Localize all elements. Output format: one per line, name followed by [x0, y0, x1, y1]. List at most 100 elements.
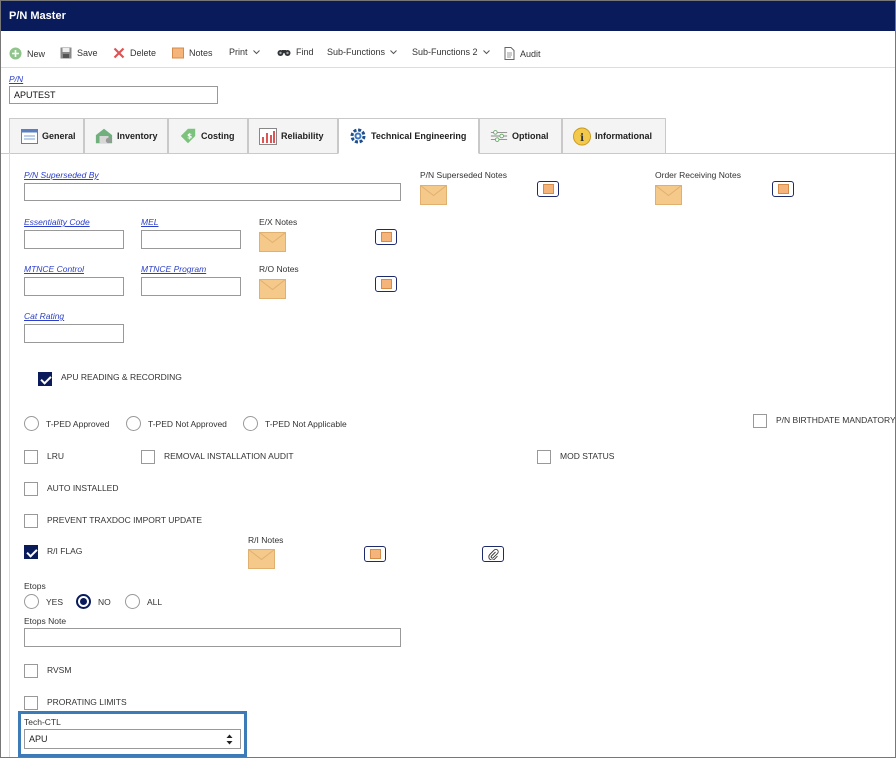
envelope-icon[interactable]	[259, 232, 286, 252]
tped-not-approved-label: T-PED Not Approved	[148, 419, 227, 429]
prevent-traxdoc-label: PREVENT TRAXDOC IMPORT UPDATE	[47, 515, 203, 525]
ro-notes-label: R/O Notes	[259, 264, 299, 274]
lru-checkbox[interactable]	[24, 450, 38, 464]
apu-reading-checkbox[interactable]	[38, 372, 52, 386]
essentiality-code-input[interactable]	[24, 230, 124, 249]
prevent-traxdoc-checkbox[interactable]	[24, 514, 38, 528]
ri-notes-button[interactable]	[364, 546, 386, 562]
tped-approved-radio[interactable]	[24, 416, 39, 431]
rvsm-label: RVSM	[47, 665, 72, 675]
removal-audit-label: REMOVAL INSTALLATION AUDIT	[164, 451, 294, 461]
rvsm-checkbox[interactable]	[24, 664, 38, 678]
pn-master-window: P/N Master New Save Delete Notes Print F…	[0, 0, 896, 758]
print-label: Print	[229, 47, 248, 57]
ex-notes-button[interactable]	[375, 229, 397, 245]
mod-status-checkbox[interactable]	[537, 450, 551, 464]
tped-not-approved-radio[interactable]	[126, 416, 141, 431]
form-icon	[20, 127, 38, 145]
tab-optional[interactable]: Optional	[479, 118, 562, 153]
audit-button[interactable]: Audit	[504, 47, 541, 60]
sub-functions-menu[interactable]: Sub-Functions	[327, 47, 397, 57]
sub-functions-2-menu[interactable]: Sub-Functions 2	[412, 47, 490, 57]
mtnce-control-input[interactable]	[24, 277, 124, 296]
save-button[interactable]: Save	[60, 47, 98, 59]
find-button[interactable]: Find	[277, 47, 314, 57]
notes-label: Notes	[189, 48, 213, 58]
save-label: Save	[77, 48, 98, 58]
tab-optional-label: Optional	[512, 131, 549, 141]
delete-label: Delete	[130, 48, 157, 58]
pn-birthdate-checkbox[interactable]	[753, 414, 767, 428]
order-receiving-notes-label: Order Receiving Notes	[655, 170, 741, 180]
find-label: Find	[296, 47, 314, 57]
etops-yes-label: YES	[46, 597, 64, 607]
tab-general[interactable]: General	[9, 118, 84, 153]
tab-technical-engineering[interactable]: Technical Engineering	[338, 118, 479, 154]
apu-reading-label: APU READING & RECORDING	[61, 372, 182, 382]
etops-label: Etops	[24, 581, 46, 591]
ri-attachment-button[interactable]	[482, 546, 504, 562]
tech-ctl-label: Tech-CTL	[24, 717, 61, 727]
print-menu[interactable]: Print	[229, 47, 260, 57]
cat-rating-input[interactable]	[24, 324, 124, 343]
pn-birthdate-label: P/N BIRTHDATE MANDATORY	[776, 415, 896, 425]
info-icon: i	[573, 127, 591, 145]
tab-inventory-label: Inventory	[117, 131, 158, 141]
tab-reliability-label: Reliability	[281, 131, 324, 141]
pn-input[interactable]	[9, 86, 218, 104]
toolbar: New Save Delete Notes Print Find Sub-Fun…	[1, 39, 895, 68]
etops-all-label: ALL	[147, 597, 163, 607]
tab-general-label: General	[42, 131, 76, 141]
pn-superseded-by-input[interactable]	[24, 183, 401, 201]
technical-engineering-panel: P/N Superseded By P/N Superseded Notes O…	[9, 153, 896, 757]
tped-not-applicable-radio[interactable]	[243, 416, 258, 431]
sticky-note-icon	[777, 184, 789, 194]
tech-ctl-select[interactable]: APU	[24, 729, 241, 749]
etops-note-input[interactable]	[24, 628, 401, 647]
chevron-down-icon	[482, 49, 490, 54]
sub-functions-label: Sub-Functions	[327, 47, 386, 57]
etops-yes-radio[interactable]	[24, 594, 39, 609]
ro-notes-button[interactable]	[375, 276, 397, 292]
mtnce-program-input[interactable]	[141, 277, 241, 296]
price-tag-icon: $	[179, 127, 197, 145]
tab-costing[interactable]: $ Costing	[168, 118, 248, 153]
envelope-icon[interactable]	[259, 279, 286, 299]
removal-audit-checkbox[interactable]	[141, 450, 155, 464]
lru-label: LRU	[47, 451, 65, 461]
envelope-icon[interactable]	[655, 185, 682, 205]
mel-input[interactable]	[141, 230, 241, 249]
tped-approved-label: T-PED Approved	[46, 419, 110, 429]
tped-not-applicable-label: T-PED Not Applicable	[265, 419, 347, 429]
delete-button[interactable]: Delete	[113, 47, 156, 59]
etops-all-radio[interactable]	[125, 594, 140, 609]
floppy-disk-icon	[60, 47, 72, 59]
sticky-note-icon	[369, 549, 381, 559]
ri-flag-checkbox[interactable]	[24, 545, 38, 559]
title-bar: P/N Master	[1, 1, 895, 31]
tab-informational[interactable]: i Informational	[562, 118, 666, 153]
plus-circle-icon	[9, 47, 22, 60]
notes-button[interactable]: Notes	[172, 47, 213, 59]
prorating-label: PRORATING LIMITS	[47, 697, 127, 707]
tab-reliability[interactable]: Reliability	[248, 118, 338, 153]
chevron-down-icon	[390, 49, 397, 54]
tab-inventory[interactable]: Inventory	[84, 118, 168, 153]
binoculars-icon	[277, 50, 291, 56]
order-receiving-notes-button[interactable]	[772, 181, 794, 197]
new-button[interactable]: New	[9, 47, 45, 60]
ex-notes-label: E/X Notes	[259, 217, 298, 227]
tab-costing-label: Costing	[201, 131, 235, 141]
pn-superseded-notes-button[interactable]	[537, 181, 559, 197]
warehouse-icon	[95, 127, 113, 145]
envelope-icon[interactable]	[248, 549, 275, 569]
sub-functions-2-label: Sub-Functions 2	[412, 47, 478, 57]
etops-no-radio[interactable]	[76, 594, 91, 609]
pn-superseded-notes-label: P/N Superseded Notes	[420, 170, 507, 180]
envelope-icon[interactable]	[420, 185, 447, 205]
tab-technical-engineering-label: Technical Engineering	[371, 131, 467, 141]
auto-installed-checkbox[interactable]	[24, 482, 38, 496]
prorating-checkbox[interactable]	[24, 696, 38, 710]
document-icon	[504, 47, 515, 60]
mel-label: MEL	[141, 217, 159, 227]
